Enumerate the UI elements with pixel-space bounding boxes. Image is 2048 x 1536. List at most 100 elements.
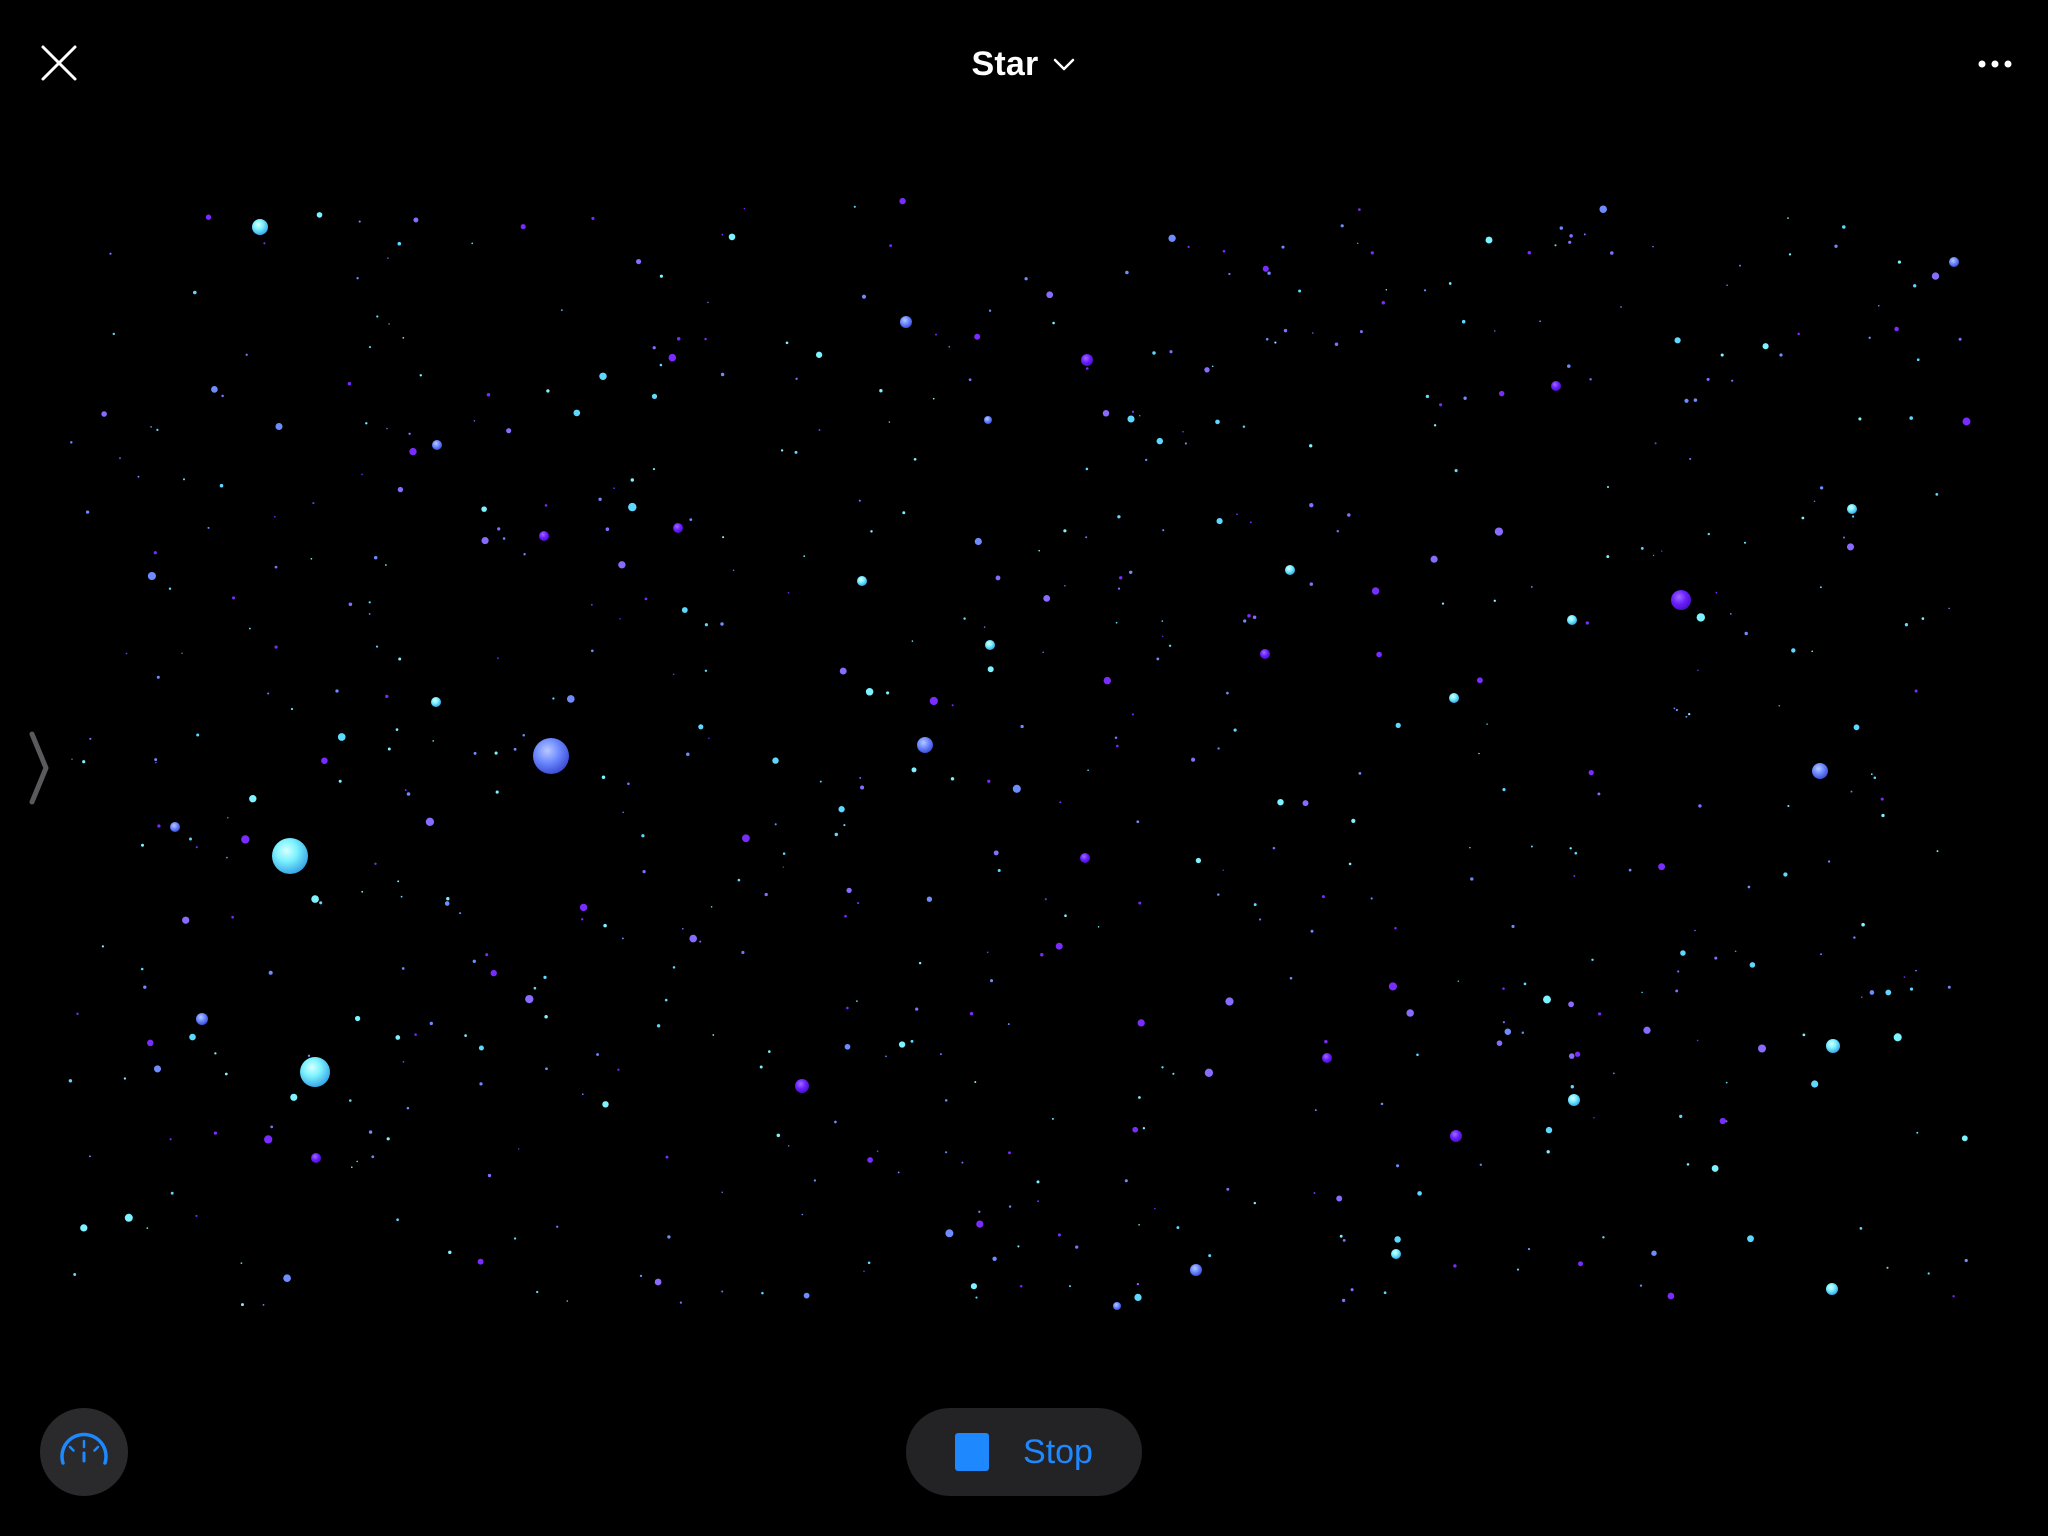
star: [860, 785, 865, 790]
star: [1674, 337, 1681, 344]
star: [385, 564, 387, 566]
star: [425, 817, 435, 826]
star: [1249, 521, 1252, 524]
star: [968, 378, 972, 382]
star: [1744, 541, 1746, 544]
stop-button[interactable]: Stop: [906, 1408, 1142, 1496]
star: [1684, 398, 1689, 403]
star: [1302, 800, 1309, 807]
star: [1358, 208, 1361, 211]
star: [1134, 1293, 1142, 1302]
star: [351, 1166, 353, 1168]
star: [143, 985, 147, 989]
star: [543, 975, 547, 980]
star: [1714, 956, 1718, 960]
star: [1348, 862, 1352, 866]
star: [659, 363, 663, 367]
star: [404, 789, 407, 792]
star: [1161, 1066, 1164, 1069]
star: [1715, 591, 1718, 594]
star: [1688, 712, 1691, 716]
side-panel-handle[interactable]: [22, 728, 56, 808]
star: [1962, 417, 1971, 426]
more-button[interactable]: [1968, 44, 2022, 84]
star: [902, 511, 906, 515]
star: [356, 1160, 359, 1163]
star: [459, 912, 462, 915]
star: [1675, 989, 1679, 993]
star: [1591, 958, 1594, 962]
star: [1569, 847, 1572, 850]
star: [1283, 328, 1288, 333]
star: [1087, 769, 1089, 772]
star: [1085, 467, 1089, 471]
star: [844, 914, 847, 918]
star: [1342, 1239, 1346, 1242]
star: [590, 649, 594, 653]
star: [1086, 367, 1089, 370]
star: [673, 523, 683, 533]
star: [1154, 1207, 1156, 1210]
star: [495, 790, 499, 794]
speed-button[interactable]: [40, 1408, 128, 1496]
star: [853, 205, 856, 208]
star: [721, 233, 724, 236]
star: [1184, 442, 1187, 445]
star: [686, 752, 690, 756]
mode-selector[interactable]: Star: [972, 45, 1077, 84]
star: [1115, 621, 1118, 624]
star: [1225, 997, 1234, 1006]
star: [915, 1007, 919, 1011]
star: [858, 499, 861, 502]
star: [742, 834, 750, 843]
star: [552, 697, 555, 700]
star: [737, 878, 741, 882]
star: [782, 852, 786, 855]
star: [195, 846, 198, 849]
star: [1788, 253, 1792, 256]
title-bar: Star: [0, 40, 2048, 88]
star: [759, 1065, 763, 1069]
star: [639, 1274, 643, 1278]
star: [603, 923, 607, 928]
star: [1802, 1033, 1806, 1037]
star: [193, 290, 197, 295]
star: [1277, 798, 1284, 806]
star: [146, 1227, 149, 1229]
star: [1671, 590, 1691, 610]
star: [1265, 337, 1269, 341]
star: [1253, 903, 1257, 907]
star: [1527, 1247, 1531, 1251]
star: [231, 915, 234, 919]
star: [347, 381, 352, 386]
star: [1569, 234, 1573, 238]
star: [1057, 1233, 1061, 1237]
star: [419, 374, 423, 377]
star: [1543, 995, 1551, 1004]
star: [1643, 1026, 1651, 1034]
star: [1819, 486, 1824, 490]
star: [992, 1256, 997, 1261]
star: [402, 1060, 405, 1063]
star: [374, 862, 377, 865]
star: [1574, 1051, 1581, 1057]
star: [865, 688, 874, 696]
more-icon: [1978, 60, 2012, 68]
star: [196, 1013, 208, 1025]
star: [743, 207, 746, 210]
star: [1858, 417, 1862, 421]
star: [371, 1155, 375, 1159]
star: [1628, 868, 1632, 872]
star: [1852, 515, 1855, 518]
star: [153, 1065, 162, 1073]
star: [1931, 272, 1940, 280]
star: [1075, 1245, 1079, 1249]
star: [652, 468, 656, 471]
star: [1903, 976, 1906, 978]
star: [300, 1057, 330, 1087]
star: [1463, 396, 1467, 400]
star: [207, 526, 210, 529]
star: [76, 1012, 79, 1016]
star: [1826, 1039, 1840, 1053]
star: [689, 934, 697, 943]
